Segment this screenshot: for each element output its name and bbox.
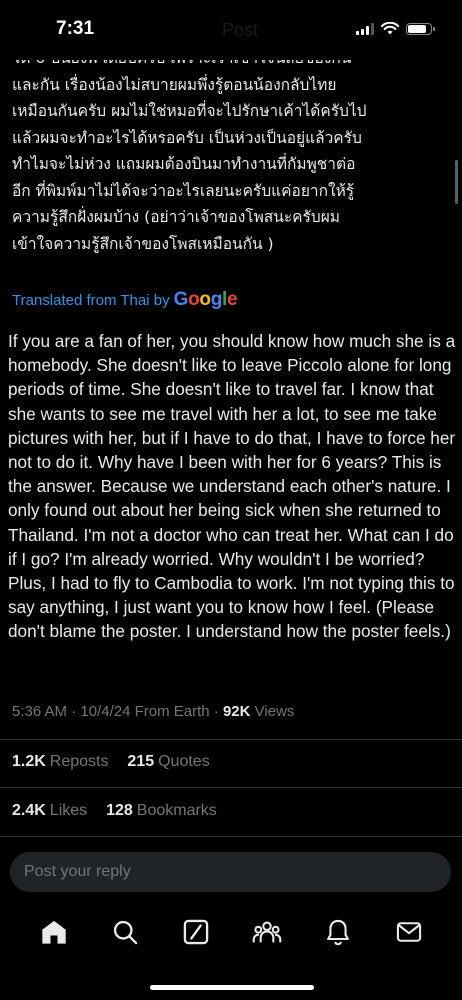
status-bar: Post 7:31 bbox=[0, 0, 462, 60]
battery-icon bbox=[406, 22, 435, 35]
communities-icon[interactable] bbox=[252, 917, 282, 947]
home-indicator[interactable] bbox=[150, 985, 314, 990]
post-original-text: โต 6 ปีน้องพี่ เดียบครับ เพราะเราเข้าใจน… bbox=[12, 49, 367, 253]
views-count[interactable]: 92K bbox=[223, 703, 251, 720]
status-icons bbox=[356, 22, 435, 35]
translation-attribution[interactable]: Translated from Thai by Google bbox=[12, 289, 452, 311]
post-content: โต 6 ปีน้องพี่ เดียบครับ เพราะเราเข้าใจน… bbox=[8, 45, 455, 644]
divider bbox=[0, 739, 462, 740]
cellular-signal-icon bbox=[356, 22, 374, 35]
scrollbar-thumb[interactable] bbox=[455, 160, 458, 204]
like-bookmark-stats: 2.4K Likes 128 Bookmarks bbox=[12, 802, 217, 820]
views-label[interactable]: Views bbox=[255, 703, 295, 720]
post-date: 10/4/24 bbox=[80, 703, 131, 720]
bookmarks-stat[interactable]: 128 Bookmarks bbox=[106, 802, 217, 819]
divider bbox=[0, 787, 462, 788]
grok-icon[interactable] bbox=[181, 917, 211, 947]
messages-icon[interactable] bbox=[394, 917, 424, 947]
divider bbox=[0, 836, 462, 837]
notifications-icon[interactable] bbox=[323, 917, 353, 947]
translated-label: Translated from Thai by bbox=[12, 292, 170, 309]
post-source: From Earth bbox=[134, 703, 210, 720]
post-meta: 5:36 AM · 10/4/24 From Earth · 92K Views bbox=[12, 703, 295, 720]
wifi-icon bbox=[381, 22, 399, 35]
repost-quote-stats: 1.2K Reposts 215 Quotes bbox=[12, 753, 210, 771]
search-icon[interactable] bbox=[110, 917, 140, 947]
home-icon[interactable] bbox=[39, 917, 69, 947]
ghost-header-title: Post bbox=[222, 20, 259, 40]
status-time: 7:31 bbox=[56, 18, 95, 39]
google-logo: Google bbox=[173, 289, 238, 310]
bottom-tab-bar bbox=[0, 912, 462, 952]
post-translated-text: If you are a fan of her, you should know… bbox=[8, 331, 456, 642]
reposts-stat[interactable]: 1.2K Reposts bbox=[12, 753, 109, 770]
reply-placeholder: Post your reply bbox=[24, 863, 131, 880]
likes-stat[interactable]: 2.4K Likes bbox=[12, 802, 87, 819]
quotes-stat[interactable]: 215 Quotes bbox=[127, 753, 209, 770]
post-time: 5:36 AM bbox=[12, 703, 68, 720]
reply-input[interactable]: Post your reply bbox=[10, 852, 451, 892]
